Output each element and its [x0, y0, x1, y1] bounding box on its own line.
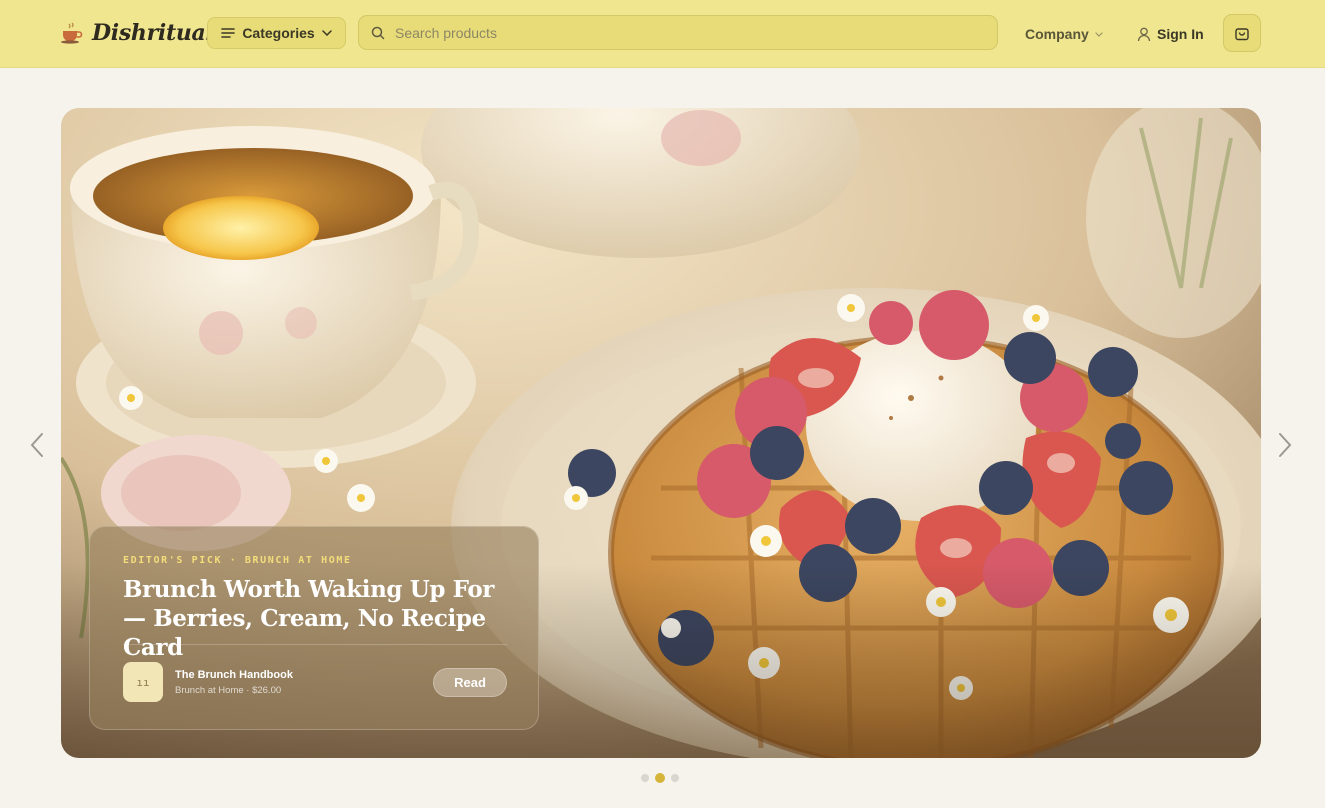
menu-icon	[221, 28, 236, 38]
read-button[interactable]: Read	[433, 667, 507, 697]
brand-name: Dishritual	[92, 20, 214, 46]
card-headline[interactable]: Brunch Worth Waking Up For — Berries, Cr…	[123, 575, 513, 662]
featured-product: ıı The Brunch Handbook Brunch at Home · …	[123, 662, 507, 702]
search-bar	[358, 15, 998, 50]
product-meta: Brunch at Home · $26.00	[175, 684, 282, 696]
carousel-prev-button[interactable]	[25, 430, 49, 460]
company-label: Company	[1025, 26, 1089, 42]
brand-logo[interactable]: Dishritual	[60, 17, 214, 49]
search-input[interactable]	[395, 24, 975, 41]
tea-cup-icon	[61, 22, 83, 44]
carousel-dot-active[interactable]	[655, 773, 665, 783]
card-divider	[123, 644, 507, 645]
product-name[interactable]: The Brunch Handbook	[175, 669, 433, 681]
carousel-dot[interactable]	[641, 774, 649, 782]
sign-in-link[interactable]: Sign In	[1137, 24, 1204, 44]
search-icon	[371, 26, 385, 39]
carousel-next-button[interactable]	[1273, 430, 1297, 460]
top-navbar: Dishritual Categories Company Sign In	[0, 0, 1325, 68]
card-eyebrow: EDITOR'S PICK · BRUNCH AT HOME	[123, 555, 352, 566]
carousel-dot[interactable]	[671, 774, 679, 782]
categories-label: Categories	[242, 25, 315, 41]
carousel-pagination	[641, 773, 679, 783]
chevron-right-icon	[1279, 433, 1292, 457]
product-thumbnail[interactable]: ıı	[123, 662, 163, 702]
cart-button[interactable]	[1223, 14, 1261, 52]
user-icon	[1137, 27, 1151, 41]
editors-pick-card: EDITOR'S PICK · BRUNCH AT HOME Brunch Wo…	[89, 526, 539, 730]
categories-button[interactable]: Categories	[207, 17, 346, 49]
chevron-left-icon	[30, 433, 43, 457]
product-info: The Brunch Handbook Brunch at Home · $26…	[175, 669, 433, 696]
chevron-down-icon	[1095, 31, 1103, 37]
shopping-bag-icon	[1235, 28, 1249, 41]
sign-in-label: Sign In	[1157, 26, 1204, 42]
chevron-down-icon	[321, 30, 332, 36]
company-menu[interactable]: Company	[1025, 24, 1103, 44]
